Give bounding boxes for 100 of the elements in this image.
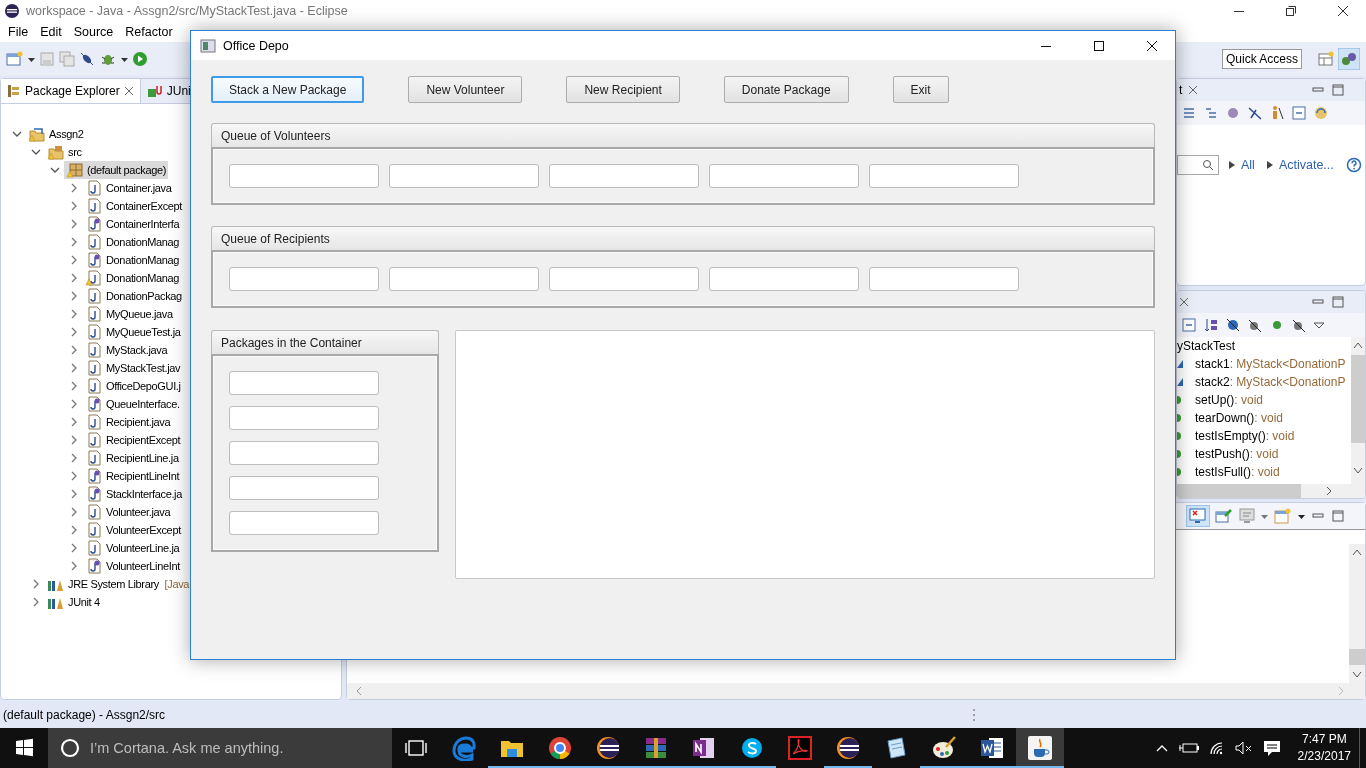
text-field[interactable] — [229, 441, 379, 465]
tree-item[interactable]: DonationPackag — [83, 287, 184, 305]
scroll-thumb[interactable] — [1351, 355, 1365, 443]
text-field[interactable] — [869, 164, 1019, 188]
tree-item[interactable]: MyQueue.java — [83, 305, 175, 323]
scrollbar[interactable] — [347, 683, 1365, 699]
action-button[interactable]: Donate Package — [723, 76, 849, 103]
close-icon[interactable] — [1337, 5, 1349, 17]
member-name[interactable]: testPush() — [1195, 447, 1250, 461]
categories-icon[interactable] — [1203, 105, 1219, 121]
scroll-right-icon[interactable] — [1325, 486, 1333, 496]
tree-item[interactable]: Recipient.java — [83, 413, 173, 431]
pin-icon[interactable] — [1215, 508, 1233, 524]
search-field[interactable]: I’m Cortana. Ask me anything. — [48, 728, 392, 768]
text-field[interactable] — [709, 164, 859, 188]
scrollbar[interactable] — [1351, 337, 1365, 484]
tree-item[interactable]: JRE System Library [Java — [45, 575, 192, 593]
hide-completed-icon[interactable] — [1247, 105, 1263, 121]
text-field[interactable] — [709, 267, 859, 291]
collapse-all-icon[interactable] — [1291, 105, 1307, 121]
text-field[interactable] — [229, 371, 379, 395]
text-field[interactable] — [389, 164, 539, 188]
scroll-thumb[interactable] — [1177, 484, 1301, 498]
quick-access-field[interactable]: Quick Access — [1221, 49, 1302, 69]
scroll-up-icon[interactable] — [1352, 548, 1362, 556]
view-tab[interactable]: Package Explorer — [1, 79, 141, 103]
tree-item[interactable]: QueueInterface. — [83, 395, 182, 413]
remove-launches-icon[interactable] — [1187, 506, 1209, 526]
text-field[interactable] — [229, 406, 379, 430]
scroll-down-icon[interactable] — [1352, 671, 1362, 679]
tree-item[interactable]: MyStack.java — [83, 341, 170, 359]
tree-item[interactable]: VolunteerLine.ja — [83, 539, 182, 557]
tree-item[interactable]: ContainerExcept — [83, 197, 185, 215]
notification-icon[interactable] — [1261, 739, 1282, 757]
clock-date[interactable]: 2/23/2017 — [1297, 748, 1351, 765]
action-button[interactable]: Exit — [892, 76, 949, 103]
tree-item[interactable]: Container.java — [83, 179, 174, 197]
text-field[interactable] — [229, 267, 379, 291]
view-tab[interactable]: JUni — [140, 79, 197, 103]
menu-item[interactable]: Source — [67, 25, 120, 39]
restore-icon[interactable] — [1285, 5, 1297, 17]
tree-item[interactable]: OfficeDepoGUI.j — [83, 377, 183, 395]
monitor-icon[interactable] — [1239, 508, 1255, 524]
tree-item[interactable]: MyStackTest.jav — [83, 359, 183, 377]
tree-item[interactable]: VolunteerExcept — [83, 521, 183, 539]
tree-item[interactable]: JUnit 4 — [45, 593, 102, 611]
sync-icon[interactable] — [1313, 105, 1329, 121]
new-window-icon[interactable] — [1274, 508, 1292, 524]
tree-item[interactable]: DonationManag — [83, 269, 182, 287]
member-name[interactable]: stack1 — [1195, 357, 1230, 371]
link[interactable]: All — [1241, 158, 1255, 172]
battery-icon[interactable] — [1177, 740, 1200, 756]
tree-item[interactable]: ContainerInterfa — [83, 215, 182, 233]
scrollbar[interactable] — [1349, 544, 1365, 683]
scroll-down-icon[interactable] — [1353, 467, 1363, 475]
tree-item[interactable]: VolunteerLineInt — [83, 557, 182, 575]
tree-item[interactable]: Volunteer.java — [83, 503, 173, 521]
skip-breakpoints-icon[interactable] — [79, 51, 95, 67]
member-name[interactable]: testIsFull() — [1195, 465, 1251, 479]
hide-fields-icon[interactable] — [1225, 317, 1241, 333]
action-button[interactable]: Stack a New Package — [211, 76, 365, 103]
tree-item[interactable]: RecipientExcept — [83, 431, 183, 449]
clock-time[interactable]: 7:47 PM — [1301, 731, 1347, 748]
tree-item[interactable]: (default package) — [64, 161, 169, 179]
scroll-thumb[interactable] — [1349, 649, 1365, 665]
open-perspective-icon[interactable] — [1318, 51, 1334, 67]
text-field[interactable] — [229, 511, 379, 535]
scrollbar[interactable] — [1177, 484, 1365, 498]
link[interactable]: Activate... — [1278, 158, 1334, 172]
close-icon[interactable] — [1146, 39, 1158, 52]
taskbar-button[interactable] — [1016, 728, 1064, 768]
scheduled-icon[interactable] — [1225, 105, 1241, 121]
text-field[interactable] — [229, 476, 379, 500]
tree-item[interactable]: src — [45, 143, 84, 161]
find-field[interactable] — [1177, 155, 1219, 175]
tree-item[interactable]: RecipientLineInt — [83, 467, 182, 485]
list-view-icon[interactable] — [1181, 105, 1197, 121]
hide-local-icon[interactable] — [1291, 317, 1307, 333]
menu-item[interactable]: Refactor — [119, 25, 179, 39]
tree-item[interactable]: DonationManag — [83, 251, 182, 269]
member-name[interactable]: stack2 — [1195, 375, 1230, 389]
tree-item[interactable]: RecipientLine.ja — [83, 449, 181, 467]
text-field[interactable] — [549, 164, 699, 188]
action-button[interactable]: New Volunteer — [408, 76, 523, 103]
scroll-left-icon[interactable] — [355, 686, 363, 696]
tree-item[interactable]: Assgn2 — [26, 125, 86, 143]
outline-item[interactable]: yStackTest — [1177, 337, 1351, 355]
text-field[interactable] — [389, 267, 539, 291]
menu-item[interactable]: Edit — [34, 25, 68, 39]
member-name[interactable]: testIsEmpty() — [1195, 429, 1266, 443]
maximize-icon[interactable] — [1093, 39, 1105, 52]
hide-static-icon[interactable] — [1247, 317, 1263, 333]
collapse-all-icon[interactable] — [1181, 317, 1197, 333]
text-field[interactable] — [549, 267, 699, 291]
speaker-muted-icon[interactable] — [1233, 740, 1254, 756]
text-field[interactable] — [869, 267, 1019, 291]
action-button[interactable]: New Recipient — [566, 76, 680, 103]
tree-item[interactable]: StackInterface.ja — [83, 485, 184, 503]
java-perspective-icon[interactable] — [1338, 48, 1360, 70]
menu-item[interactable]: File — [2, 25, 35, 39]
